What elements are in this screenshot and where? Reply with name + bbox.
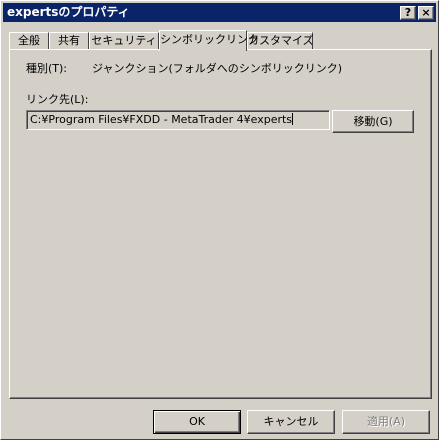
properties-dialog: expertsのプロパティ ? × 全般 共有 セキュリティ シンボリックリンク… — [0, 0, 439, 440]
text-caret — [292, 113, 294, 125]
type-label: 種別(T): — [26, 62, 68, 75]
target-path-field[interactable]: C:¥Program Files¥FXDD - MetaTrader 4¥exp… — [26, 110, 330, 130]
move-button[interactable]: 移動(G) — [332, 110, 414, 133]
apply-button[interactable]: 適用(A) — [342, 410, 430, 434]
cancel-button-label: キャンセル — [263, 415, 319, 428]
tab-security[interactable]: セキュリティ — [89, 32, 159, 50]
move-button-label: 移動(G) — [353, 115, 393, 128]
tab-general[interactable]: 全般 — [9, 32, 49, 50]
type-value: ジャンクション(フォルダへのシンボリックリンク) — [92, 62, 343, 75]
tab-symbolic-link[interactable]: シンボリックリンク — [159, 30, 259, 51]
target-path-value: C:¥Program Files¥FXDD - MetaTrader 4¥exp… — [30, 113, 293, 126]
tab-label: 全般 — [18, 34, 40, 47]
target-label: リンク先(L): — [26, 93, 89, 106]
tab-label: シンボリックリンク — [160, 33, 259, 46]
close-icon: × — [421, 6, 431, 19]
tab-label: セキュリティ — [91, 34, 157, 47]
close-button[interactable]: × — [418, 6, 434, 20]
ok-button-label: OK — [189, 415, 205, 428]
tab-label: 共有 — [58, 34, 80, 47]
window-title: expertsのプロパティ — [7, 5, 130, 19]
tab-sharing[interactable]: 共有 — [49, 32, 89, 50]
help-icon: ? — [404, 6, 412, 19]
help-button[interactable]: ? — [400, 6, 416, 20]
ok-button[interactable]: OK — [153, 410, 241, 434]
title-bar[interactable]: expertsのプロパティ ? × — [3, 3, 436, 22]
apply-button-label: 適用(A) — [366, 415, 406, 428]
cancel-button[interactable]: キャンセル — [247, 410, 335, 434]
